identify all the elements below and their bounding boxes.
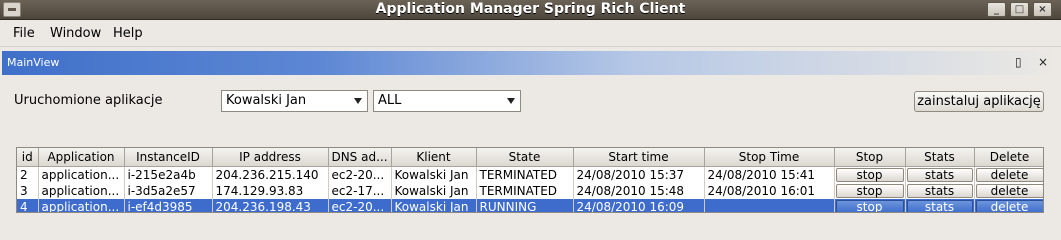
col-ip-address[interactable]: IP address <box>212 148 329 167</box>
cell-state: TERMINATED <box>476 182 574 199</box>
cell-stop: stop <box>834 166 906 183</box>
delete-button[interactable]: delete <box>975 183 1043 198</box>
menu-bar: File Window Help <box>0 21 1061 47</box>
col-start-time[interactable]: Start time <box>573 148 705 167</box>
cell-ip-address: 174.129.93.83 <box>212 182 329 199</box>
view-header: MainView ▯ × <box>2 51 1057 75</box>
cell-instance-id: i-ef4d3985 <box>124 198 213 212</box>
cell-dns-address: ec2-20... <box>328 198 392 212</box>
running-apps-label: Uruchomione aplikacje <box>14 93 163 108</box>
cell-dns-address: ec2-17... <box>328 182 392 199</box>
cell-delete: delete <box>974 166 1043 183</box>
cell-stop: stop <box>834 182 906 199</box>
cell-stop-time: 24/08/2010 16:01 <box>704 182 835 199</box>
cell-ip-address: 204.236.215.140 <box>212 166 329 183</box>
table-row[interactable]: 3 application... i-3d5a2e57 174.129.93.8… <box>17 182 1043 199</box>
cell-ip-address: 204.236.198.43 <box>212 198 329 212</box>
stats-button[interactable]: stats <box>906 199 973 212</box>
cell-application: application... <box>38 166 125 183</box>
cell-id: 4 <box>17 198 39 212</box>
cell-application: application... <box>38 198 125 212</box>
view-maximize-icon[interactable]: ▯ <box>1015 55 1022 69</box>
cell-klient: Kowalski Jan <box>391 182 477 199</box>
title-bar: Application Manager Spring Rich Client _… <box>0 0 1061 20</box>
state-select-value: ALL <box>378 93 402 108</box>
stats-button[interactable]: stats <box>906 183 973 198</box>
cell-state: RUNNING <box>476 198 574 212</box>
stop-button[interactable]: stop <box>835 199 904 212</box>
close-window-button[interactable]: × <box>1033 2 1052 17</box>
menu-window[interactable]: Window <box>50 26 101 41</box>
cell-stop-time <box>704 198 835 212</box>
col-dns-address[interactable]: DNS ad... <box>328 148 392 167</box>
stop-button[interactable]: stop <box>835 183 904 198</box>
client-select[interactable]: Kowalski Jan <box>221 90 368 112</box>
cell-klient: Kowalski Jan <box>391 166 477 183</box>
applications-table: id Application InstanceID IP address DNS… <box>16 147 1044 213</box>
menu-help[interactable]: Help <box>113 26 143 41</box>
cell-start-time: 24/08/2010 15:48 <box>573 182 705 199</box>
col-state[interactable]: State <box>476 148 574 167</box>
view-close-icon[interactable]: × <box>1038 55 1048 69</box>
table-row-selected[interactable]: 4 application... i-ef4d3985 204.236.198.… <box>17 198 1043 212</box>
chevron-down-icon <box>354 98 362 104</box>
cell-start-time: 24/08/2010 15:37 <box>573 166 705 183</box>
table-header: id Application InstanceID IP address DNS… <box>17 148 1043 167</box>
cell-klient: Kowalski Jan <box>391 198 477 212</box>
cell-instance-id: i-3d5a2e57 <box>124 182 213 199</box>
maximize-button[interactable]: □ <box>1010 2 1029 17</box>
cell-id: 2 <box>17 166 39 183</box>
cell-application: application... <box>38 182 125 199</box>
cell-instance-id: i-215e2a4b <box>124 166 213 183</box>
cell-start-time: 24/08/2010 16:09 <box>573 198 705 212</box>
view-title: MainView <box>7 56 60 69</box>
col-id[interactable]: id <box>17 148 39 167</box>
table-row[interactable]: 2 application... i-215e2a4b 204.236.215.… <box>17 166 1043 183</box>
delete-button[interactable]: delete <box>975 199 1043 212</box>
stop-button[interactable]: stop <box>835 167 904 182</box>
col-stop-time[interactable]: Stop Time <box>704 148 835 167</box>
col-stats[interactable]: Stats <box>905 148 975 167</box>
cell-stop: stop <box>834 198 906 212</box>
chevron-down-icon <box>507 98 515 104</box>
col-delete[interactable]: Delete <box>974 148 1043 167</box>
col-klient[interactable]: Klient <box>391 148 477 167</box>
col-instance-id[interactable]: InstanceID <box>124 148 213 167</box>
col-application[interactable]: Application <box>38 148 125 167</box>
minimize-button[interactable]: _ <box>987 2 1006 17</box>
cell-state: TERMINATED <box>476 166 574 183</box>
cell-dns-address: ec2-20... <box>328 166 392 183</box>
delete-button[interactable]: delete <box>975 167 1043 182</box>
cell-id: 3 <box>17 182 39 199</box>
cell-delete: delete <box>974 198 1043 212</box>
window-title: Application Manager Spring Rich Client <box>375 1 686 17</box>
client-select-value: Kowalski Jan <box>226 93 307 108</box>
cell-stats: stats <box>905 182 975 199</box>
install-app-button[interactable]: zainstaluj aplikację <box>914 91 1044 112</box>
cell-delete: delete <box>974 182 1043 199</box>
menu-file[interactable]: File <box>13 26 35 41</box>
col-stop[interactable]: Stop <box>834 148 906 167</box>
state-select[interactable]: ALL <box>373 90 521 112</box>
cell-stats: stats <box>905 198 975 212</box>
cell-stop-time: 24/08/2010 15:41 <box>704 166 835 183</box>
cell-stats: stats <box>905 166 975 183</box>
stats-button[interactable]: stats <box>906 167 973 182</box>
